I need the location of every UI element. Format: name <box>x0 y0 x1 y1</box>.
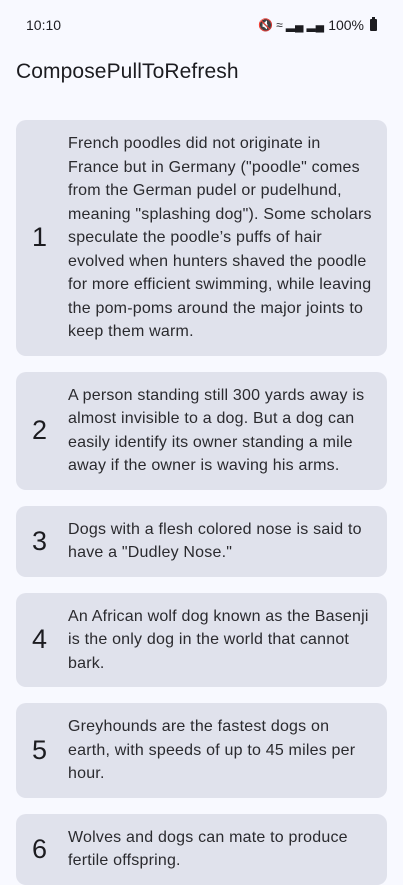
fact-list[interactable]: 1 French poodles did not originate in Fr… <box>16 120 387 885</box>
item-text: French poodles did not originate in Fran… <box>68 135 372 340</box>
signal-icon: ▂▄ <box>285 18 304 32</box>
status-right: 🔇 ≈ ▂▄ ▂▄ 100% <box>258 17 377 33</box>
list-item[interactable]: 3 Dogs with a flesh colored nose is said… <box>16 505 387 577</box>
signal-icon: ▂▄ <box>306 18 325 32</box>
item-text: A person standing still 300 yards away i… <box>68 386 365 475</box>
status-bar: 10:10 🔇 ≈ ▂▄ ▂▄ 100% <box>0 0 403 50</box>
status-time: 10:10 <box>26 17 62 33</box>
item-number: 5 <box>32 734 48 765</box>
list-item[interactable]: 4 An African wolf dog known as the Basen… <box>16 592 387 687</box>
battery-icon <box>370 17 377 31</box>
item-number: 1 <box>32 222 48 253</box>
item-text: Greyhounds are the fastest dogs on earth… <box>68 718 356 782</box>
mute-icon: 🔇 <box>258 18 274 32</box>
battery-percent: 100% <box>328 17 364 33</box>
item-text: An African wolf dog known as the Basenji… <box>68 607 369 672</box>
list-item[interactable]: 6 Wolves and dogs can mate to produce fe… <box>16 813 387 885</box>
item-number: 2 <box>32 415 48 445</box>
status-icons: 🔇 ≈ ▂▄ ▂▄ <box>258 18 324 32</box>
item-number: 3 <box>32 525 48 556</box>
app-title: ComposePullToRefresh <box>16 60 239 83</box>
item-text: Wolves and dogs can mate to produce fert… <box>68 828 348 870</box>
item-number: 6 <box>32 833 48 864</box>
wifi-icon: ≈ <box>276 18 283 32</box>
list-item[interactable]: 1 French poodles did not originate in Fr… <box>16 120 387 356</box>
item-text: Dogs with a flesh colored nose is said t… <box>68 520 362 562</box>
list-item[interactable]: 2 A person standing still 300 yards away… <box>16 371 387 490</box>
list-item[interactable]: 5 Greyhounds are the fastest dogs on ear… <box>16 703 387 798</box>
item-number: 4 <box>32 624 48 655</box>
